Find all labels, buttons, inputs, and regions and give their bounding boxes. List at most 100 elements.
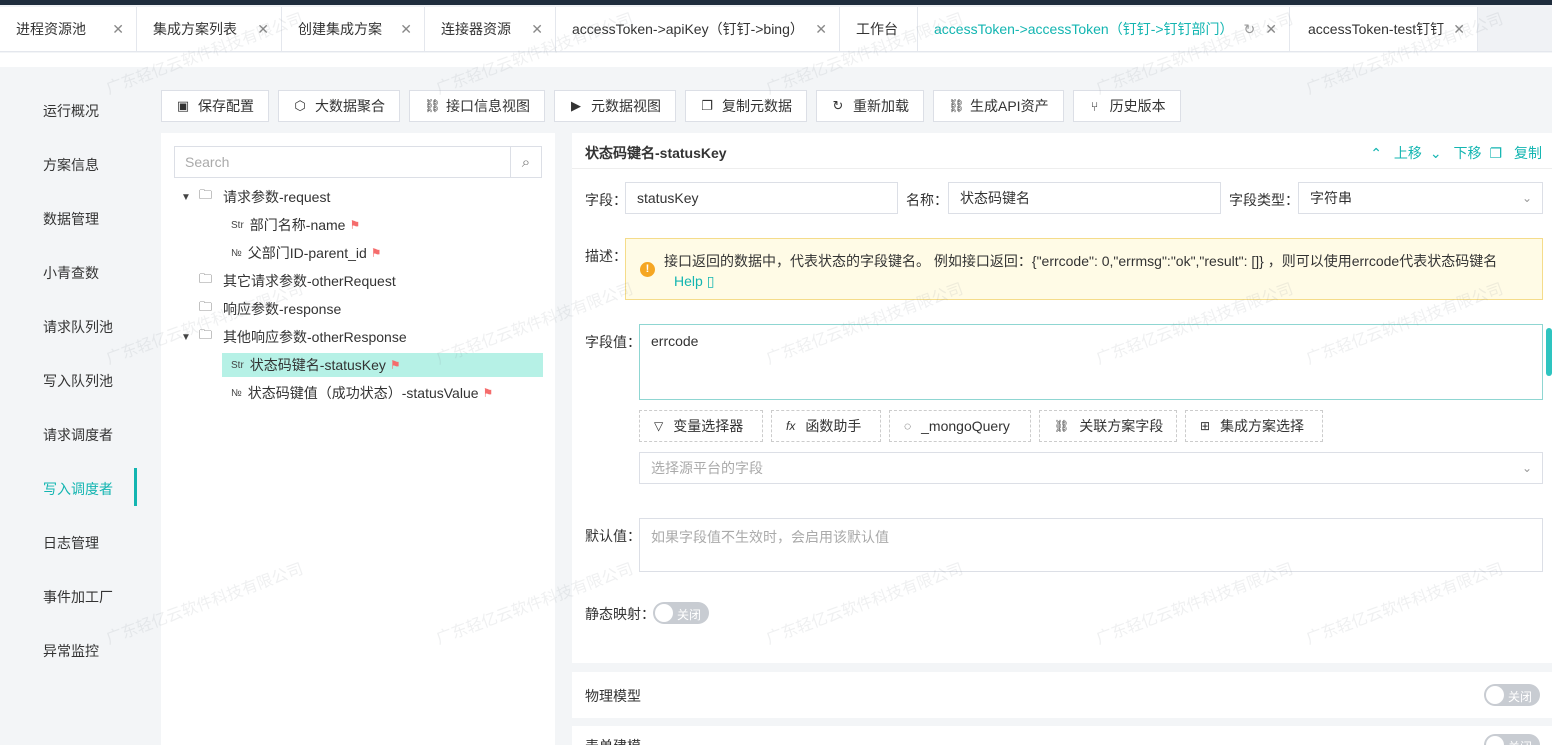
copy-button[interactable]: ❐ 复制	[1490, 143, 1542, 163]
flag-icon: ⚑	[349, 218, 361, 232]
book-icon: ▯	[706, 273, 715, 289]
tree-node-parent-id[interactable]: № 父部门ID-parent_id ⚑	[231, 241, 382, 265]
toggle-label: 关闭	[1508, 690, 1533, 704]
field-type-select[interactable]: 字符串 ⌄	[1298, 182, 1543, 214]
close-icon[interactable]: ✕	[257, 21, 269, 38]
toolbar: ▣ 保存配置 ⬡ 大数据聚合 ⛓ 接口信息视图 ▶ 元数据视图 ❐ 复制元数据 ↻ 重新加载…	[161, 90, 1190, 122]
name-label: 名称：	[906, 192, 948, 208]
tab-label: accessToken-test钉钉	[1308, 21, 1445, 37]
search-icon[interactable]: ⌕	[510, 147, 541, 177]
sidebar-item-event-factory[interactable]: 事件加工厂	[43, 587, 113, 607]
tab-label: 工作台	[856, 21, 898, 37]
search-input[interactable]	[175, 147, 510, 177]
close-icon[interactable]: ✕	[1265, 21, 1277, 38]
sidebar-item-scheme-info[interactable]: 方案信息	[43, 155, 99, 175]
tab-apikey-bing[interactable]: accessToken->apiKey（钉钉->bing） ✕	[556, 7, 840, 51]
sidebar-item-write-queue[interactable]: 写入队列池	[43, 371, 113, 391]
form-actions: ⌃ 上移 ⌄ 下移 ❐ 复制	[1362, 143, 1542, 163]
tab-dingtalk-dept[interactable]: accessToken->accessToken（钉钉->钉钉部门） ↻ ✕	[918, 7, 1290, 51]
default-value-input[interactable]: 如果字段值不生效时，会启用该默认值	[639, 518, 1543, 572]
bigdata-button[interactable]: ⬡ 大数据聚合	[278, 90, 400, 122]
sidebar-item-write-scheduler[interactable]: 写入调度者	[43, 479, 113, 499]
form-title: 状态码键名-statusKey	[585, 145, 727, 161]
link-icon: ⛓	[948, 98, 965, 113]
sidebar-item-request-scheduler[interactable]: 请求调度者	[43, 425, 113, 445]
refresh-icon[interactable]: ↻	[1244, 21, 1256, 38]
mongo-query-button[interactable]: ◌ _mongoQuery	[889, 410, 1031, 442]
gen-api-button[interactable]: ⛓ 生成API资产	[933, 90, 1064, 122]
function-helper-button[interactable]: fx 函数助手	[771, 410, 881, 442]
action-label: 复制	[1514, 145, 1542, 161]
sidebar-item-logs[interactable]: 日志管理	[43, 533, 99, 553]
field-value-textarea[interactable]: errcode	[639, 324, 1543, 400]
tab-test-dingtalk[interactable]: accessToken-test钉钉 ✕	[1290, 7, 1478, 51]
move-up-button[interactable]: ⌃ 上移	[1370, 143, 1422, 163]
caret-down-icon[interactable]: ▼	[181, 192, 199, 203]
sidebar-item-exception[interactable]: 异常监控	[43, 641, 99, 661]
save-config-button[interactable]: ▣ 保存配置	[161, 90, 269, 122]
tab-label: 连接器资源	[441, 21, 511, 37]
chevron-down-icon: ⌄	[1521, 461, 1532, 475]
scheme-select-button[interactable]: ⊞ 集成方案选择	[1185, 410, 1323, 442]
input-placeholder: 如果字段值不生效时，会启用该默认值	[651, 529, 889, 545]
field-label: 字段：	[585, 192, 627, 208]
close-icon[interactable]: ✕	[531, 21, 543, 38]
caret-down-icon[interactable]: ▼	[181, 332, 199, 343]
meta-view-button[interactable]: ▶ 元数据视图	[554, 90, 676, 122]
close-icon[interactable]: ✕	[400, 21, 412, 38]
button-label: 元数据视图	[591, 98, 661, 114]
flag-icon: ⚑	[370, 246, 382, 260]
sidebar-item-data-management[interactable]: 数据管理	[43, 209, 99, 229]
tree-node-request[interactable]: ▼ 🗀 请求参数-request	[181, 185, 330, 209]
toggle-label: 关闭	[677, 608, 702, 622]
link-scheme-field-button[interactable]: ⛓ 关联方案字段	[1039, 410, 1177, 442]
static-mapping-label: 静态映射：	[585, 606, 655, 622]
tab-workbench[interactable]: 工作台	[840, 7, 918, 51]
sidebar: 运行概况 方案信息 数据管理 小青查数 请求队列池 写入队列池 请求调度者 写入…	[0, 67, 140, 745]
close-icon[interactable]: ✕	[112, 21, 124, 38]
tab-create-scheme[interactable]: 创建集成方案 ✕	[282, 7, 425, 51]
select-placeholder: 选择源平台的字段	[651, 460, 763, 476]
copy-icon: ❐	[701, 98, 713, 113]
tree-node-other-request[interactable]: 🗀 其它请求参数-otherRequest	[199, 269, 396, 293]
tab-scheme-list[interactable]: 集成方案列表 ✕	[137, 7, 282, 51]
reload-button[interactable]: ↻ 重新加载	[816, 90, 924, 122]
scrollbar[interactable]	[1546, 328, 1552, 376]
physical-model-toggle[interactable]: 关闭	[1484, 684, 1540, 706]
node-label: 状态码键值（成功状态）-statusValue	[247, 385, 479, 401]
source-field-select[interactable]: 选择源平台的字段 ⌄	[639, 452, 1543, 484]
sidebar-active-indicator	[134, 468, 137, 506]
number-type-icon: №	[231, 247, 242, 259]
tree-node-status-value[interactable]: № 状态码键值（成功状态）-statusValue ⚑	[231, 381, 493, 405]
field-name-input[interactable]: 状态码键名	[948, 182, 1221, 214]
tree-node-other-response[interactable]: ▼ 🗀 其他响应参数-otherResponse	[181, 325, 407, 349]
button-label: 历史版本	[1109, 98, 1166, 114]
close-icon[interactable]: ✕	[815, 21, 827, 38]
sidebar-item-overview[interactable]: 运行概况	[43, 101, 99, 121]
tab-label: 进程资源池	[16, 21, 86, 37]
section-title: 物理模型	[585, 688, 641, 704]
tree-node-response[interactable]: 🗀 响应参数-response	[199, 297, 341, 321]
desc-label: 描述：	[585, 248, 627, 264]
sidebar-item-query[interactable]: 小青查数	[43, 263, 99, 283]
move-down-button[interactable]: ⌄ 下移	[1430, 143, 1482, 163]
history-button[interactable]: ⑂ 历史版本	[1072, 90, 1181, 122]
copy-meta-button[interactable]: ❐ 复制元数据	[685, 90, 807, 122]
string-type-icon: Str	[231, 359, 244, 371]
button-label: 关联方案字段	[1079, 418, 1164, 434]
help-link[interactable]: Help ▯	[674, 273, 714, 290]
api-view-button[interactable]: ⛓ 接口信息视图	[409, 90, 545, 122]
form-model-toggle[interactable]: 关闭	[1484, 734, 1540, 745]
close-icon[interactable]: ✕	[1453, 21, 1465, 38]
flag-icon: ⚑	[482, 386, 494, 400]
node-label: 其它请求参数-otherRequest	[223, 273, 396, 289]
tab-connector[interactable]: 连接器资源 ✕	[425, 7, 556, 51]
tab-process-pool[interactable]: 进程资源池 ✕	[0, 7, 137, 51]
field-key-input[interactable]: statusKey	[625, 182, 898, 214]
static-mapping-toggle[interactable]: 关闭	[653, 602, 709, 624]
variable-selector-button[interactable]: ▽ 变量选择器	[639, 410, 763, 442]
tree-node-name[interactable]: Str 部门名称-name ⚑	[231, 213, 360, 237]
sidebar-item-request-queue[interactable]: 请求队列池	[43, 317, 113, 337]
tree-node-status-key[interactable]: Str 状态码键名-statusKey ⚑	[222, 353, 543, 377]
string-type-icon: Str	[231, 219, 244, 231]
